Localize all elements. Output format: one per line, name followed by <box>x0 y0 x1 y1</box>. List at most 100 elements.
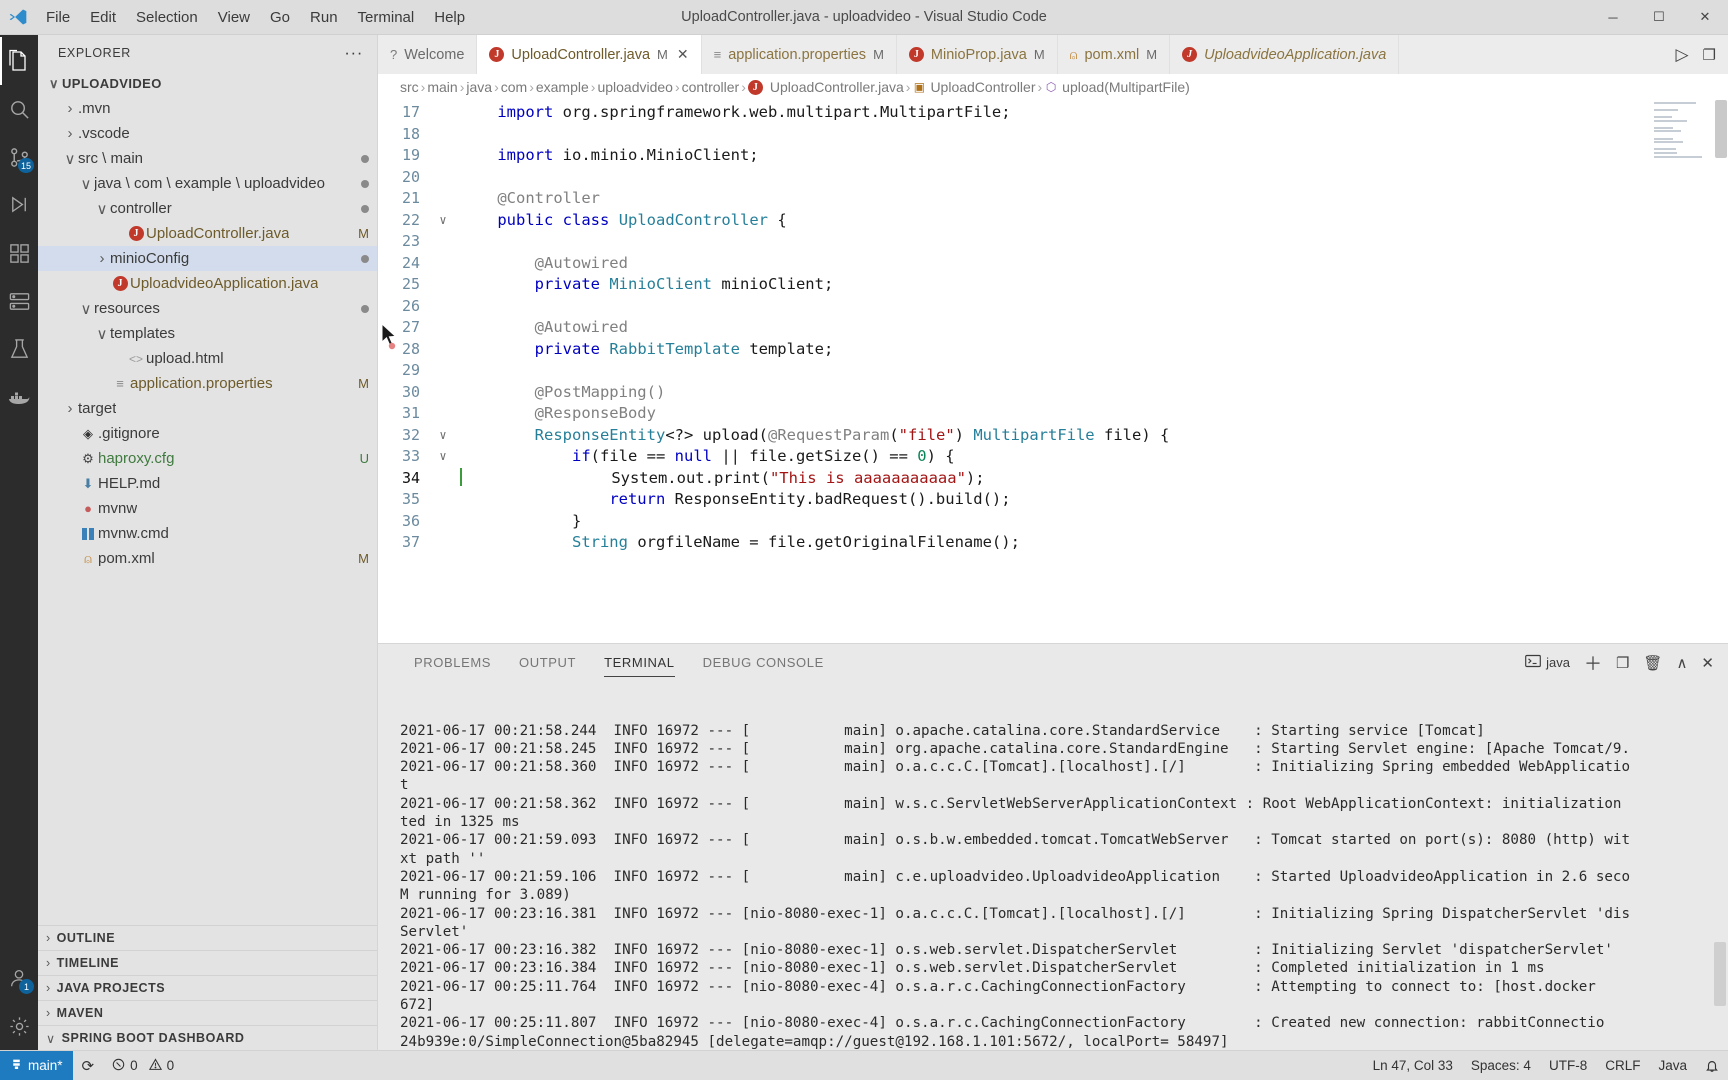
notifications-bell-icon[interactable] <box>1696 1051 1728 1080</box>
tree-item-controller[interactable]: ∨ controller <box>38 196 377 221</box>
remote-window-indicator[interactable]: main* <box>0 1050 73 1080</box>
tree-item-application-properties[interactable]: ≡ application.properties M <box>38 371 377 396</box>
fold-chevron-icon[interactable]: ∨ <box>432 425 454 447</box>
tree-item-target[interactable]: › target <box>38 396 377 421</box>
editor-minimap[interactable] <box>1654 100 1714 220</box>
code-line[interactable]: 22 ∨ public class UploadController { <box>378 210 1728 232</box>
maximize-button[interactable]: ☐ <box>1636 0 1682 35</box>
source-control-icon[interactable]: 15 <box>0 133 38 181</box>
close-tab-icon[interactable]: ✕ <box>677 46 689 63</box>
menu-selection[interactable]: Selection <box>126 6 208 29</box>
menu-file[interactable]: File <box>36 6 80 29</box>
language-mode[interactable]: Java <box>1649 1051 1696 1080</box>
editor-tab-welcome[interactable]: ? Welcome <box>378 35 478 74</box>
tree-item-mvn[interactable]: › .mvn <box>38 96 377 121</box>
code-line[interactable]: 29 <box>378 360 1728 382</box>
tree-item-resources[interactable]: ∨ resources <box>38 296 377 321</box>
menu-edit[interactable]: Edit <box>80 6 126 29</box>
indentation-setting[interactable]: Spaces: 4 <box>1462 1051 1540 1080</box>
breadcrumb-item-example[interactable]: example <box>536 79 589 95</box>
testing-beaker-icon[interactable] <box>0 325 38 373</box>
code-line[interactable]: 27 @Autowired <box>378 317 1728 339</box>
tree-item-uploadvideoapplication-java[interactable]: J UploadvideoApplication.java <box>38 271 377 296</box>
sidebar-section-timeline[interactable]: › TIMELINE <box>38 950 377 975</box>
editor-tab-minioprop-java[interactable]: J MinioProp.java M <box>896 35 1058 74</box>
fold-chevron-icon[interactable]: ∨ <box>432 446 454 468</box>
tree-item-help-md[interactable]: ⬇ HELP.md <box>38 471 377 496</box>
breadcrumb-item-controller[interactable]: controller <box>682 79 740 95</box>
breadcrumb-item-uploadcontroller-java[interactable]: J UploadController.java <box>747 79 904 95</box>
menu-run[interactable]: Run <box>300 6 348 29</box>
run-debug-icon[interactable] <box>0 181 38 229</box>
breadcrumb-item-uploadcontroller[interactable]: ▣ UploadController <box>912 79 1036 95</box>
breadcrumb-item-upload-multipartfile[interactable]: ⬡ upload(MultipartFile) <box>1044 79 1190 95</box>
editor-tab-application-properties[interactable]: ≡ application.properties M <box>701 35 897 74</box>
breadcrumb-item-src[interactable]: src <box>400 79 419 95</box>
menu-terminal[interactable]: Terminal <box>348 6 425 29</box>
sidebar-section-java-projects[interactable]: › JAVA PROJECTS <box>38 975 377 1000</box>
remote-explorer-icon[interactable] <box>0 277 38 325</box>
terminal-selector[interactable]: java <box>1525 654 1570 671</box>
menu-go[interactable]: Go <box>260 6 300 29</box>
panel-tab-output[interactable]: OUTPUT <box>505 644 590 681</box>
panel-tab-debug-console[interactable]: DEBUG CONSOLE <box>689 644 838 681</box>
tree-item-pom-xml[interactable]: ⍝ pom.xml M <box>38 546 377 571</box>
tree-root-uploadvideo[interactable]: ∨ UPLOADVIDEO <box>38 71 377 96</box>
breadcrumb-item-uploadvideo[interactable]: uploadvideo <box>597 79 673 95</box>
editor-tab-uploadcontroller-java[interactable]: J UploadController.java M ✕ <box>477 35 702 74</box>
tree-item-haproxy-cfg[interactable]: ⚙ haproxy.cfg U <box>38 446 377 471</box>
split-terminal-icon[interactable]: ❐ <box>1616 654 1629 672</box>
code-line[interactable]: 18 <box>378 124 1728 146</box>
tree-item-src-main[interactable]: ∨ src \ main <box>38 146 377 171</box>
code-line[interactable]: 31 @ResponseBody <box>378 403 1728 425</box>
editor-scrollbar-thumb[interactable] <box>1715 100 1727 158</box>
fold-chevron-icon[interactable]: ∨ <box>432 210 454 232</box>
close-window-button[interactable]: ✕ <box>1682 0 1728 35</box>
explorer-more-actions-icon[interactable]: ··· <box>338 43 369 63</box>
tree-item-java-com-example-uploadvideo[interactable]: ∨ java \ com \ example \ uploadvideo <box>38 171 377 196</box>
editor-tab-uploadvideoapplication-java[interactable]: J UploadvideoApplication.java <box>1170 35 1400 74</box>
terminal-scrollbar-thumb[interactable] <box>1714 942 1726 1006</box>
tree-item-mvnw[interactable]: ● mvnw <box>38 496 377 521</box>
maximize-panel-icon[interactable]: ∧ <box>1676 654 1687 672</box>
kill-terminal-icon[interactable]: 🗑 <box>1643 654 1662 672</box>
split-editor-icon[interactable]: ❐ <box>1703 46 1716 64</box>
sidebar-section-outline[interactable]: › OUTLINE <box>38 925 377 950</box>
terminal-output[interactable]: 2021-06-17 00:21:58.244 INFO 16972 --- [… <box>378 681 1728 1050</box>
tree-item-templates[interactable]: ∨ templates <box>38 321 377 346</box>
breadcrumb-item-main[interactable]: main <box>427 79 457 95</box>
panel-tab-problems[interactable]: PROBLEMS <box>400 644 505 681</box>
breadcrumb-item-com[interactable]: com <box>501 79 527 95</box>
menu-view[interactable]: View <box>208 6 260 29</box>
sync-changes-button[interactable]: ⟳ <box>73 1051 104 1080</box>
code-line[interactable]: 25 private MinioClient minioClient; <box>378 274 1728 296</box>
panel-tab-terminal[interactable]: TERMINAL <box>590 644 689 681</box>
code-line[interactable]: 34 System.out.print("This is aaaaaaaaaaa… <box>378 467 1728 490</box>
extensions-icon[interactable] <box>0 229 38 277</box>
tree-item-mvnw-cmd[interactable]: mvnw.cmd <box>38 521 377 546</box>
code-line[interactable]: 37 String orgfileName = file.getOriginal… <box>378 532 1728 554</box>
code-line[interactable]: 24 @Autowired <box>378 253 1728 275</box>
close-panel-icon[interactable]: ✕ <box>1701 654 1714 672</box>
editor-vertical-scrollbar[interactable] <box>1714 100 1728 643</box>
tree-item-vscode[interactable]: › .vscode <box>38 121 377 146</box>
search-icon[interactable] <box>0 85 38 133</box>
explorer-icon[interactable] <box>0 37 38 85</box>
tree-item-upload-html[interactable]: <> upload.html <box>38 346 377 371</box>
settings-gear-icon[interactable] <box>0 1002 38 1050</box>
code-line[interactable]: 32 ∨ ResponseEntity<?> upload(@RequestPar… <box>378 425 1728 447</box>
tree-item-uploadcontroller-java[interactable]: J UploadController.java M <box>38 221 377 246</box>
code-line[interactable]: 28 private RabbitTemplate template; <box>378 339 1728 361</box>
code-editor[interactable]: 17 import org.springframework.web.multip… <box>378 100 1728 643</box>
code-line[interactable]: 21 @Controller <box>378 188 1728 210</box>
run-java-icon[interactable]: ▷ <box>1675 45 1688 65</box>
code-line[interactable]: 26 <box>378 296 1728 318</box>
code-line[interactable]: 19 import io.minio.MinioClient; <box>378 145 1728 167</box>
code-lines[interactable]: 17 import org.springframework.web.multip… <box>378 100 1728 643</box>
code-line[interactable]: 30 @PostMapping() <box>378 382 1728 404</box>
code-line[interactable]: 36 } <box>378 511 1728 533</box>
accounts-icon[interactable]: 1 <box>0 954 38 1002</box>
code-line[interactable]: 23 <box>378 231 1728 253</box>
breadcrumb-item-java[interactable]: java <box>466 79 492 95</box>
sidebar-section-spring-boot-dashboard[interactable]: ∨ SPRING BOOT DASHBOARD <box>38 1025 377 1050</box>
